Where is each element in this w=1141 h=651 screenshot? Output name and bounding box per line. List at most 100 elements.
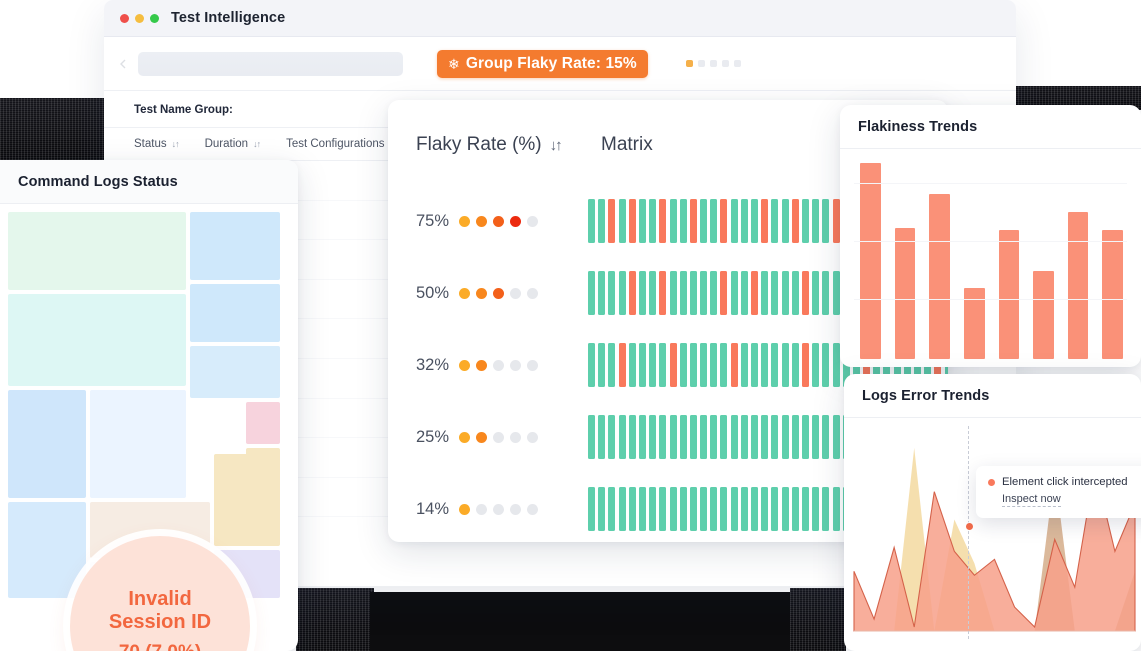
matrix-bar-pass[interactable] <box>598 199 606 243</box>
matrix-bar-pass[interactable] <box>638 271 646 315</box>
matrix-bar-fail[interactable] <box>791 199 799 243</box>
matrix-bar-pass[interactable] <box>781 343 789 387</box>
matrix-bar-pass[interactable] <box>710 271 718 315</box>
matrix-bar-pass[interactable] <box>588 343 596 387</box>
treemap-tile[interactable] <box>8 390 86 498</box>
matrix-bar-pass[interactable] <box>638 415 646 459</box>
matrix-bar-pass[interactable] <box>781 487 789 531</box>
matrix-bar-pass[interactable] <box>812 343 820 387</box>
matrix-bar-pass[interactable] <box>822 271 830 315</box>
matrix-bar-pass[interactable] <box>822 415 830 459</box>
matrix-bar-fail[interactable] <box>801 271 809 315</box>
matrix-bar-fail[interactable] <box>761 199 769 243</box>
matrix-bar-pass[interactable] <box>588 487 596 531</box>
matrix-bar-pass[interactable] <box>679 415 687 459</box>
matrix-bar-fail[interactable] <box>628 199 636 243</box>
matrix-bar-pass[interactable] <box>791 271 799 315</box>
treemap-tile[interactable] <box>246 402 280 444</box>
group-flaky-rate-badge[interactable]: ❄ Group Flaky Rate: 15% <box>437 49 648 78</box>
matrix-bar-pass[interactable] <box>649 487 657 531</box>
matrix-bar-pass[interactable] <box>771 271 779 315</box>
matrix-bar-pass[interactable] <box>689 271 697 315</box>
matrix-bar-pass[interactable] <box>730 487 738 531</box>
matrix-bar-pass[interactable] <box>740 415 748 459</box>
matrix-bar-fail[interactable] <box>720 199 728 243</box>
matrix-bar-pass[interactable] <box>689 415 697 459</box>
matrix-bar-pass[interactable] <box>669 415 677 459</box>
matrix-bar-fail[interactable] <box>628 271 636 315</box>
matrix-bar-pass[interactable] <box>700 487 708 531</box>
matrix-bar-pass[interactable] <box>588 199 596 243</box>
matrix-bar-pass[interactable] <box>751 199 759 243</box>
treemap-tile[interactable] <box>190 346 280 398</box>
treemap-tile[interactable] <box>8 502 86 598</box>
matrix-bar-pass[interactable] <box>649 343 657 387</box>
matrix-bar-pass[interactable] <box>791 343 799 387</box>
trend-bar[interactable] <box>894 227 916 359</box>
matrix-bar-pass[interactable] <box>679 271 687 315</box>
matrix-bar-pass[interactable] <box>761 415 769 459</box>
matrix-bar-pass[interactable] <box>740 487 748 531</box>
treemap-tile[interactable] <box>8 212 186 290</box>
matrix-bar-pass[interactable] <box>791 415 799 459</box>
matrix-bar-pass[interactable] <box>812 199 820 243</box>
matrix-bar-pass[interactable] <box>710 199 718 243</box>
matrix-bar-pass[interactable] <box>669 271 677 315</box>
matrix-bar-pass[interactable] <box>720 415 728 459</box>
treemap-tile[interactable] <box>190 284 280 342</box>
matrix-bar-pass[interactable] <box>628 487 636 531</box>
matrix-bar-pass[interactable] <box>689 487 697 531</box>
matrix-bar-pass[interactable] <box>822 487 830 531</box>
matrix-bar-pass[interactable] <box>608 271 616 315</box>
matrix-bar-pass[interactable] <box>761 271 769 315</box>
trend-bar[interactable] <box>1102 229 1123 359</box>
flaky-rate-column-header[interactable]: Flaky Rate (%) ↓↑ <box>416 134 601 156</box>
matrix-bar-fail[interactable] <box>659 199 667 243</box>
matrix-bar-pass[interactable] <box>771 487 779 531</box>
chevron-left-icon[interactable] <box>118 59 128 69</box>
matrix-bar-pass[interactable] <box>700 415 708 459</box>
matrix-bar-pass[interactable] <box>751 415 759 459</box>
close-icon[interactable] <box>120 13 129 23</box>
trend-bar[interactable] <box>929 194 950 359</box>
matrix-bar-pass[interactable] <box>700 343 708 387</box>
matrix-bar-fail[interactable] <box>730 343 738 387</box>
matrix-bar-fail[interactable] <box>689 199 697 243</box>
treemap-tile[interactable] <box>90 390 186 498</box>
matrix-bar-pass[interactable] <box>812 487 820 531</box>
matrix-bar-fail[interactable] <box>618 343 626 387</box>
inspect-now-link[interactable]: Inspect now <box>1002 493 1061 507</box>
matrix-bar-pass[interactable] <box>649 271 657 315</box>
matrix-bar-pass[interactable] <box>659 343 667 387</box>
matrix-bar-pass[interactable] <box>588 271 596 315</box>
matrix-bar-pass[interactable] <box>638 343 646 387</box>
matrix-bar-pass[interactable] <box>771 415 779 459</box>
matrix-bar-pass[interactable] <box>740 271 748 315</box>
matrix-bar-pass[interactable] <box>608 487 616 531</box>
matrix-bar-pass[interactable] <box>832 415 840 459</box>
matrix-bar-pass[interactable] <box>832 343 840 387</box>
matrix-bar-pass[interactable] <box>791 487 799 531</box>
matrix-bar-pass[interactable] <box>730 415 738 459</box>
matrix-bar-pass[interactable] <box>618 271 626 315</box>
matrix-bar-fail[interactable] <box>659 271 667 315</box>
matrix-bar-pass[interactable] <box>710 415 718 459</box>
matrix-bar-pass[interactable] <box>649 199 657 243</box>
matrix-bar-pass[interactable] <box>608 343 616 387</box>
treemap-tile[interactable] <box>190 212 280 280</box>
matrix-bar-fail[interactable] <box>608 199 616 243</box>
matrix-bar-pass[interactable] <box>801 415 809 459</box>
treemap-tile[interactable] <box>8 294 186 386</box>
matrix-bar-pass[interactable] <box>659 415 667 459</box>
matrix-bar-pass[interactable] <box>740 199 748 243</box>
matrix-bar-pass[interactable] <box>598 487 606 531</box>
matrix-bar-fail[interactable] <box>720 271 728 315</box>
pagination-dot-2[interactable] <box>697 60 705 67</box>
matrix-bar-pass[interactable] <box>801 487 809 531</box>
matrix-bar-pass[interactable] <box>679 343 687 387</box>
matrix-bar-pass[interactable] <box>751 487 759 531</box>
matrix-bar-pass[interactable] <box>659 487 667 531</box>
matrix-bar-pass[interactable] <box>598 415 606 459</box>
trend-bar[interactable] <box>1067 212 1089 359</box>
matrix-bar-pass[interactable] <box>751 343 759 387</box>
